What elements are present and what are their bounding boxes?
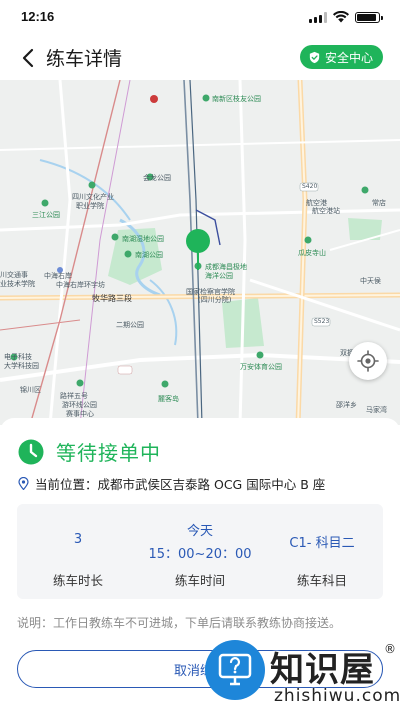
map-label: 牧华路三段 bbox=[92, 294, 132, 303]
watermark-domain: zhishiwu.com bbox=[274, 686, 400, 706]
map-label: 万安体育公园 bbox=[240, 363, 282, 371]
map-base bbox=[0, 80, 400, 425]
map-label: 邵洋乡 bbox=[336, 401, 357, 409]
map-label: 三江公园 bbox=[32, 211, 60, 219]
location-pin-icon bbox=[18, 477, 29, 490]
duration-column: 3 练车时长 bbox=[17, 504, 139, 599]
subject-label: 练车科目 bbox=[296, 573, 347, 588]
map-label: 锦川区 bbox=[20, 386, 41, 394]
map-label: 常店 bbox=[372, 199, 386, 207]
page-title: 练车详情 bbox=[46, 48, 123, 70]
map-label: 海洋公园 bbox=[205, 272, 233, 280]
subject-value: C1- 科目二 bbox=[289, 536, 355, 551]
map-view[interactable]: 南新区枝友公园 会龙公园 四川文化产业 职业学院 三江公园 南湖湿地公园 南湖公… bbox=[0, 80, 400, 425]
shield-check-icon bbox=[309, 51, 320, 63]
location-label: 当前位置： bbox=[35, 477, 98, 492]
safety-center-button[interactable]: 安全中心 bbox=[299, 45, 383, 69]
duration-value: 3 bbox=[73, 532, 83, 547]
watermark-brand: 知识屋 bbox=[270, 650, 375, 690]
wifi-icon bbox=[333, 11, 349, 23]
map-label: 大学科技园 bbox=[4, 362, 39, 370]
locate-icon bbox=[357, 350, 379, 372]
map-label: 马家湾 bbox=[366, 406, 387, 414]
time-range: 15：00~20：00 bbox=[148, 547, 252, 562]
subject-column: C1- 科目二 练车科目 bbox=[261, 504, 383, 599]
page-root: 12:16 练车详情 安全中心 南新区枝友公园 会龙公园 四川文化产业 职业学院… bbox=[0, 0, 400, 711]
location-value: 成都市武侯区吉泰路 OCG 国际中心 B 座 bbox=[97, 477, 326, 492]
map-label: 业技术学院 bbox=[0, 280, 35, 288]
question-monitor-icon bbox=[218, 653, 252, 686]
order-status: 等待接单中 bbox=[56, 441, 161, 465]
watermark-reg: ® bbox=[384, 642, 396, 656]
watermark-logo: 知识屋 ® zhishiwu.com bbox=[200, 628, 400, 711]
safety-center-label: 安全中心 bbox=[324, 50, 373, 65]
status-time: 12:16 bbox=[21, 9, 55, 24]
order-status-row: 等待接单中 bbox=[18, 437, 161, 466]
map-label: 中海右岸 bbox=[44, 272, 72, 280]
map-label: 南新区枝友公园 bbox=[212, 95, 261, 103]
map-label: 航空港站 bbox=[312, 207, 340, 215]
duration-label: 练车时长 bbox=[52, 573, 103, 588]
time-label: 练车时间 bbox=[174, 573, 225, 588]
location-row: 当前位置： 成都市武侯区吉泰路 OCG 国际中心 B 座 bbox=[18, 474, 325, 493]
map-label: 职业学院 bbox=[76, 202, 104, 210]
map-label: 瓜皮寺山 bbox=[298, 249, 326, 257]
map-label: 二期公园 bbox=[116, 321, 144, 329]
map-label: S420 bbox=[302, 183, 318, 190]
map-label: 南湖公园 bbox=[135, 251, 163, 259]
map-label: 麓客岛 bbox=[158, 395, 179, 403]
time-column: 今天 15：00~20：00 练车时间 bbox=[139, 504, 261, 599]
map-label: S523 bbox=[314, 318, 330, 325]
battery-level bbox=[357, 13, 376, 21]
map-label: 会龙公园 bbox=[143, 174, 171, 182]
order-info-card: 3 练车时长 今天 15：00~20：00 练车时间 C1- 科目二 练车科目 bbox=[17, 504, 383, 599]
header: 练车详情 安全中心 bbox=[0, 36, 400, 80]
back-arrow-icon[interactable] bbox=[18, 46, 40, 70]
signal-icon bbox=[309, 11, 327, 23]
status-icons bbox=[309, 11, 383, 23]
clock-icon bbox=[18, 439, 44, 464]
map-label: (四川分院) bbox=[198, 296, 232, 304]
status-bar: 12:16 bbox=[0, 0, 400, 36]
locate-button[interactable] bbox=[349, 342, 387, 380]
map-label: 中天侯 bbox=[360, 277, 381, 285]
battery-icon bbox=[355, 11, 383, 23]
map-label: 南湖湿地公园 bbox=[122, 235, 164, 243]
map-label: 中海右岸环宇坊 bbox=[56, 281, 105, 289]
time-day: 今天 bbox=[186, 524, 213, 539]
